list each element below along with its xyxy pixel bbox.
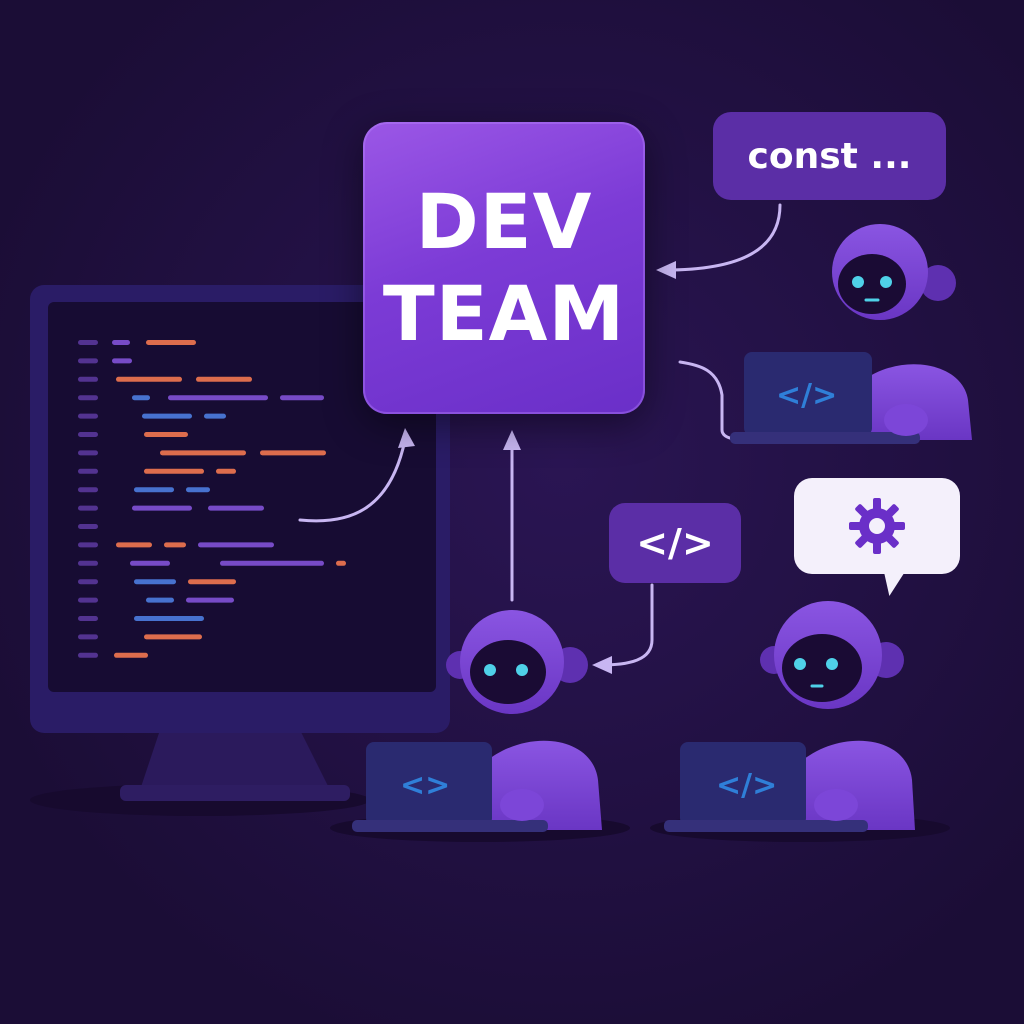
code-line-segment [144,432,188,437]
code-line-segment [78,542,98,548]
speech-bubble-code: </> [609,503,741,583]
code-line-segment [146,597,174,603]
speech-bubble-gear [794,478,960,574]
code-line-segment [132,395,150,401]
code-line-segment [78,560,98,566]
code-line-segment [132,505,192,511]
code-line-segment [188,579,236,585]
code-line-segment [280,395,324,401]
code-line-segment [112,340,130,345]
const-text: const ... [747,135,912,177]
code-line-segment [78,450,98,456]
code-line-segment [146,340,196,345]
code-line-segment [78,597,98,603]
code-line-segment [78,652,98,658]
code-line-segment [78,505,98,511]
code-line-segment [78,468,98,474]
code-line-segment [116,376,182,382]
laptop-code-glyph-bottom-left: <> [400,768,451,803]
code-line-segment [260,450,326,456]
code-line-segment [78,524,98,529]
code-line-segment [130,560,170,566]
code-line-segment [204,413,226,419]
code-line-segment [116,542,152,548]
code-line-segment [160,450,246,456]
code-line-segment [168,395,268,401]
code-line-segment [78,579,98,585]
title-line-2: TEAM [382,269,626,358]
gear-icon [849,498,905,554]
code-line-segment [134,579,176,585]
code-line-segment [144,634,202,640]
speech-bubble-const: const ... [713,112,946,200]
code-line-segment [78,358,98,364]
code-tag-text: </> [636,521,714,565]
code-line-segment [78,432,98,437]
code-line-segment [142,413,192,419]
code-line-segment [196,376,252,382]
code-line-segment [186,487,210,493]
code-line-segment [78,395,98,401]
gear-bubble-tail [877,566,909,596]
code-line-segment [78,376,98,382]
code-line-segment [198,542,274,548]
code-line-segment [164,542,186,548]
code-line-segment [78,634,98,640]
code-line-segment [220,560,324,566]
code-line-segment [144,468,204,474]
code-line-segment [216,468,236,474]
code-line-segment [78,616,98,621]
dev-team-card: DEV TEAM [363,122,645,414]
laptop-code-glyph-bottom-right: </> [716,768,778,803]
code-line-segment [114,652,148,658]
code-line-segment [186,597,234,603]
code-line-segment [208,505,264,511]
code-line-segment [78,413,98,419]
code-line-segment [78,487,98,493]
code-line-segment [112,358,132,364]
laptop-code-glyph-top-right: </> [776,378,838,413]
code-line-segment [134,616,204,621]
title-line-1: DEV [415,177,593,266]
code-line-segment [78,340,98,345]
code-line-segment [336,560,346,566]
code-line-segment [134,487,174,493]
